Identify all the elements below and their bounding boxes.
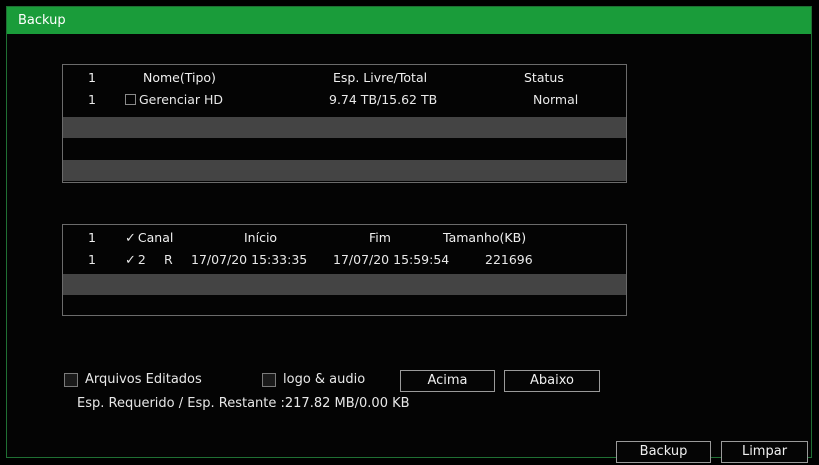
backup-window: Backup 1 Nome(Tipo) Esp. Livre/Total Sta… — [6, 6, 812, 463]
empty-row — [63, 160, 626, 181]
empty-row — [63, 274, 626, 295]
header-end[interactable]: Fim — [369, 227, 391, 248]
empty-row — [63, 138, 626, 159]
file-check-icon[interactable]: ✓ — [125, 250, 136, 271]
row-start: 17/07/20 15:33:35 — [191, 252, 308, 267]
row-status: Normal — [533, 92, 579, 107]
files-table: 1 ✓ Canal Início Fim Tamanho(KB) 1 ✓ 2 R 1… — [62, 224, 627, 316]
device-name: Gerenciar HD — [139, 92, 223, 107]
row-index: 1 — [88, 252, 96, 267]
row-channel-number: 2 — [137, 252, 146, 267]
device-checkbox[interactable] — [125, 94, 136, 105]
select-all-check-icon[interactable]: ✓ — [125, 228, 136, 249]
clear-button[interactable]: Limpar — [721, 441, 808, 463]
edited-files-label: Arquivos Editados — [85, 372, 202, 387]
up-button[interactable]: Acima — [400, 370, 495, 392]
header-index: 1 — [88, 70, 96, 85]
header-start[interactable]: Início — [244, 227, 277, 248]
files-table-header: 1 ✓ Canal Início Fim Tamanho(KB) — [63, 227, 626, 248]
header-index: 1 — [88, 230, 96, 245]
row-device: Gerenciar HD — [125, 89, 223, 110]
row-space: 9.74 TB/15.62 TB — [329, 92, 438, 107]
table-row[interactable]: 1 Gerenciar HD 9.74 TB/15.62 TB Normal — [63, 89, 626, 110]
row-end: 17/07/20 15:59:54 — [333, 252, 450, 267]
header-space[interactable]: Esp. Livre/Total — [333, 67, 427, 88]
row-index: 1 — [88, 92, 96, 107]
table-row[interactable]: 1 ✓ 2 R 17/07/20 15:33:35 17/07/20 15:59:… — [63, 249, 626, 270]
logo-audio-label: logo & audio — [283, 372, 366, 387]
row-type: R — [164, 252, 173, 267]
devices-table: 1 Nome(Tipo) Esp. Livre/Total Status 1 G… — [62, 64, 627, 183]
header-channel[interactable]: ✓ Canal — [125, 227, 173, 249]
header-status[interactable]: Status — [524, 67, 564, 88]
devices-table-header: 1 Nome(Tipo) Esp. Livre/Total Status — [63, 67, 626, 88]
empty-row — [63, 117, 626, 138]
header-size[interactable]: Tamanho(KB) — [443, 227, 526, 248]
row-channel: ✓ 2 — [125, 249, 146, 271]
header-channel-label: Canal — [137, 230, 174, 245]
window-title: Backup — [7, 7, 811, 34]
down-button[interactable]: Abaixo — [504, 370, 600, 392]
row-size: 221696 — [485, 252, 533, 267]
space-info: Esp. Requerido / Esp. Restante :217.82 M… — [77, 396, 410, 411]
edited-files-checkbox[interactable] — [64, 373, 78, 387]
header-name[interactable]: Nome(Tipo) — [143, 67, 216, 88]
logo-audio-checkbox[interactable] — [262, 373, 276, 387]
backup-button[interactable]: Backup — [616, 441, 711, 463]
empty-row — [63, 295, 626, 316]
